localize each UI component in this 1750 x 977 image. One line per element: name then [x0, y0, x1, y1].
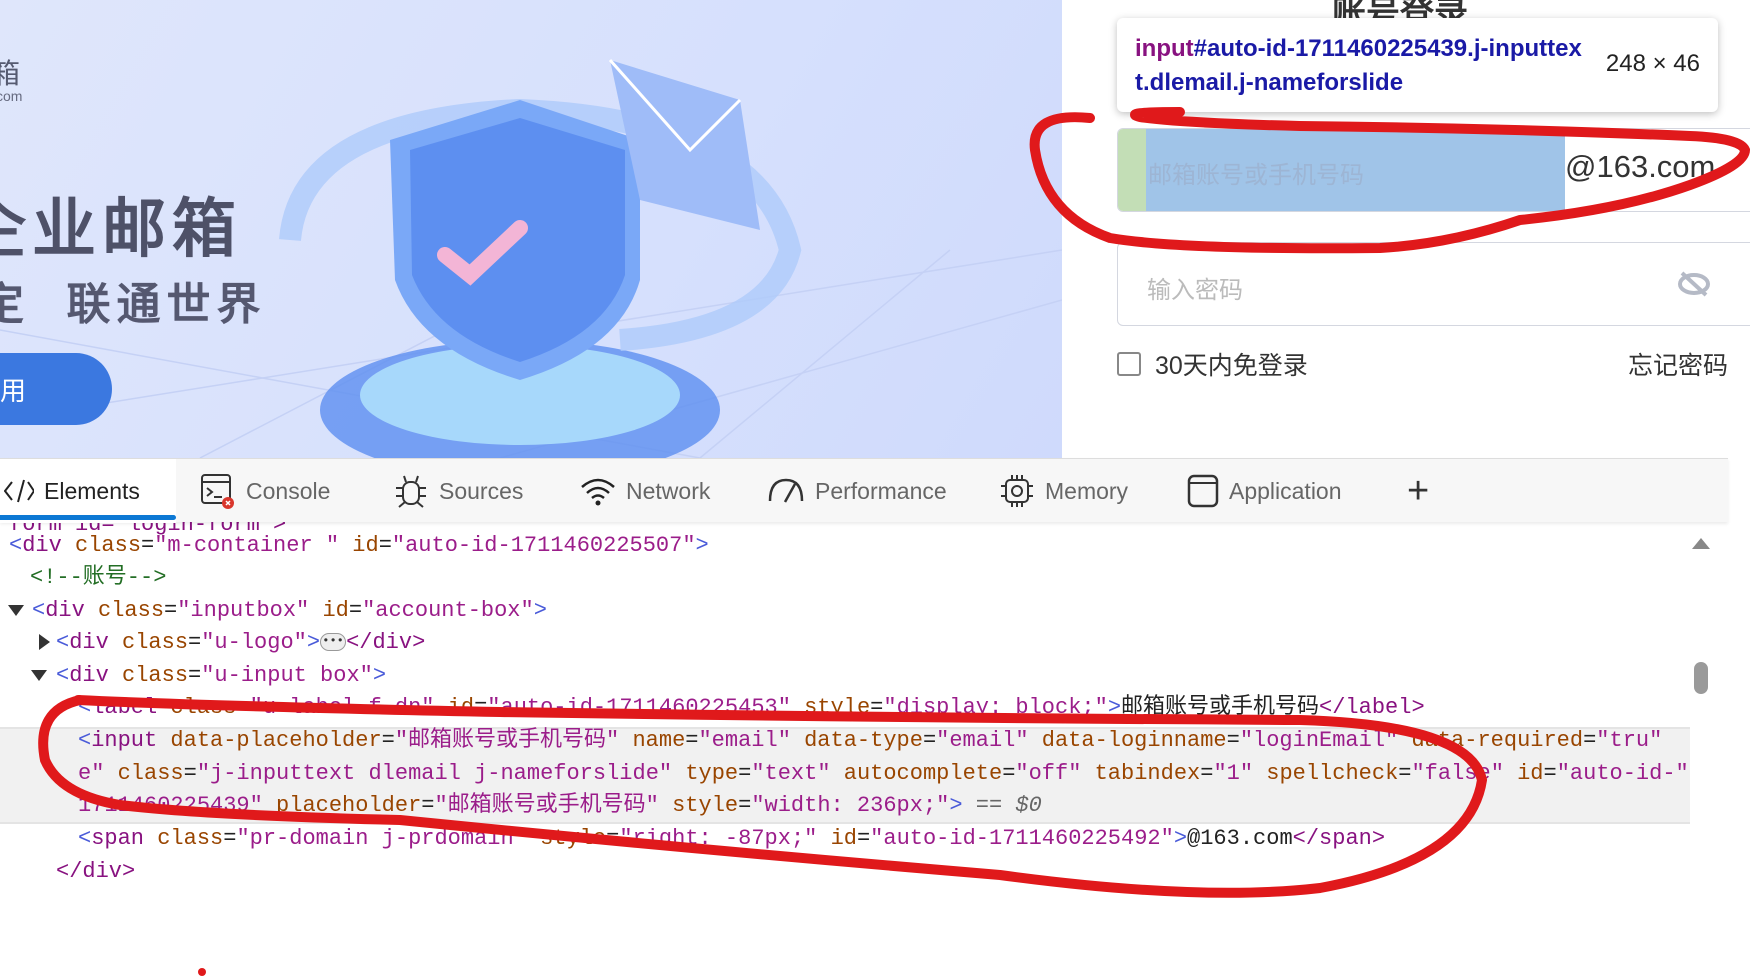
dom-node-u-logo[interactable]: <div class="u-logo"> ••• </div> [56, 627, 425, 660]
tab-performance[interactable]: Performance [767, 459, 947, 523]
tab-label: Application [1229, 477, 1342, 504]
tab-label: Sources [439, 477, 524, 504]
email-field[interactable]: 邮箱账号或手机号码 @163.com [1117, 128, 1750, 212]
tooltip-tag: input [1135, 35, 1194, 62]
tab-label: Elements [44, 477, 140, 504]
password-field[interactable]: 输入密码 [1117, 242, 1750, 326]
padding-highlight [1118, 129, 1146, 211]
red-dot [198, 968, 206, 976]
logo-text: 箱 [0, 58, 21, 89]
expand-triangle-icon[interactable] [39, 634, 50, 650]
trial-button[interactable]: 用 [0, 353, 112, 425]
window-icon [1187, 474, 1219, 508]
email-domain: @163.com [1565, 149, 1716, 184]
bug-icon [396, 475, 426, 508]
forgot-password-link[interactable]: 忘记密码 [1628, 346, 1728, 382]
remember-me[interactable]: 30天内免登录 [1117, 346, 1308, 382]
dom-comment[interactable]: <!--账号--> [30, 562, 166, 595]
banner-subline: 定 联通世界 [0, 280, 267, 329]
tab-application[interactable]: Application [1187, 459, 1342, 523]
eye-off-icon[interactable] [1678, 269, 1710, 299]
tab-label: Console [246, 477, 331, 504]
wifi-icon [581, 478, 615, 506]
dom-node-input-selected[interactable]: <input data-placeholder="邮箱账号或手机号码" name… [78, 725, 1662, 758]
dom-node-input-selected-cont[interactable]: 1711460225439" placeholder="邮箱账号或手机号码" s… [78, 790, 1042, 823]
console-icon [201, 474, 234, 509]
tooltip-selector: #auto-id-1711460225439.j-inputtext.dlema… [1135, 35, 1582, 96]
dom-node-m-container[interactable]: <div class="m-container " id="auto-id-17… [9, 530, 709, 563]
scroll-up-arrow-icon[interactable] [1692, 538, 1710, 549]
tab-memory[interactable]: Memory [999, 459, 1128, 523]
tab-elements[interactable]: Elements [0, 459, 176, 523]
chip-icon [1001, 475, 1033, 507]
email-placeholder: 邮箱账号或手机号码 [1148, 162, 1364, 189]
inspect-tooltip: input#auto-id-1711460225439.j-inputtext.… [1117, 18, 1718, 122]
dom-node-account-box[interactable]: <div class="inputbox" id="account-box"> [32, 595, 547, 628]
tooltip-size: 248 × 46 [1605, 50, 1700, 77]
tab-label: Performance [815, 477, 947, 504]
dom-node-input-selected-cont[interactable]: e" class="j-inputtext dlemail j-namefors… [78, 758, 1689, 791]
gauge-icon [768, 478, 804, 503]
devtools-tabbar: Elements Console Sources Network Perform… [0, 458, 1728, 523]
remember-label: 30天内免登录 [1155, 352, 1308, 380]
collapse-triangle-icon[interactable] [8, 605, 24, 616]
code-icon [4, 479, 34, 503]
tab-network[interactable]: Network [580, 459, 710, 523]
ellipsis-icon: ••• [320, 633, 347, 652]
tab-label: Network [626, 477, 711, 504]
tab-label: Memory [1045, 477, 1129, 504]
add-tab-button[interactable]: + [1407, 459, 1429, 523]
remember-checkbox[interactable] [1117, 352, 1141, 376]
scrollbar-thumb[interactable] [1694, 662, 1708, 694]
tab-sources[interactable]: Sources [393, 459, 523, 523]
dom-node-u-input[interactable]: <div class="u-input box"> [56, 660, 386, 693]
password-placeholder: 输入密码 [1147, 277, 1243, 304]
dom-tree: form id="login-form"> <div class="m-cont… [0, 522, 1690, 884]
collapse-triangle-icon[interactable] [31, 670, 47, 681]
tab-console[interactable]: Console [200, 459, 330, 523]
dom-close-div[interactable]: </div> [56, 856, 135, 884]
banner-headline: 企业邮箱 [0, 193, 242, 265]
promo-banner: 箱 com 企业邮箱 定 联通世界 用 [0, 0, 1062, 458]
dom-node-pr-domain[interactable]: <span class="pr-domain j-prdomain" style… [78, 823, 1385, 856]
dom-node-label[interactable]: <label class="u-label f-dn" id="auto-id-… [78, 692, 1425, 725]
logo-domain: com [0, 88, 23, 104]
